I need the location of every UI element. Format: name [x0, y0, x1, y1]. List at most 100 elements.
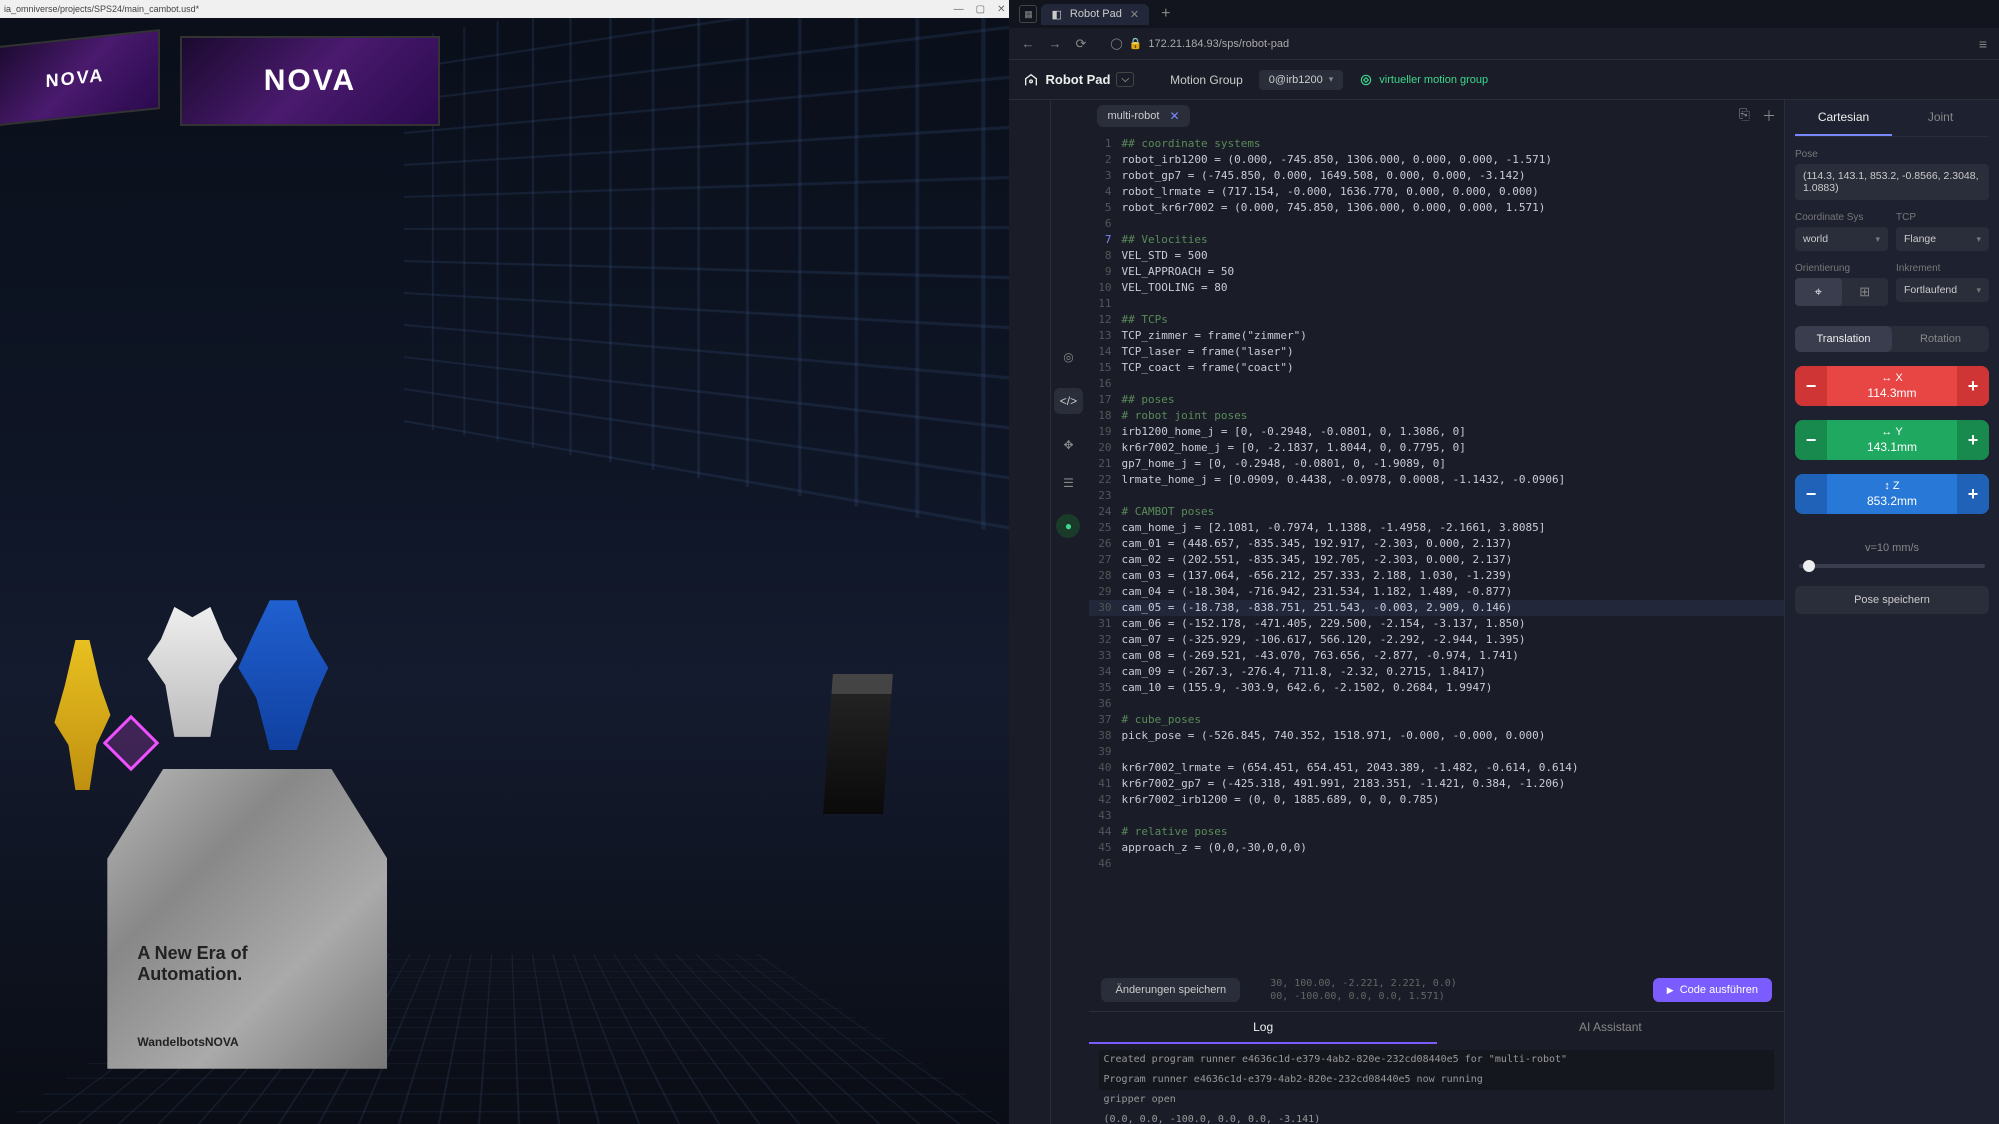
file-tab-name: multi-robot [1107, 110, 1159, 122]
code-line[interactable]: 19irb1200_home_j = [0, -0.2948, -0.0801,… [1089, 424, 1784, 440]
z-axis-display: ↕ Z 853.2mm [1827, 474, 1957, 514]
code-line[interactable]: 32cam_07 = (-325.929, -106.617, 566.120,… [1089, 632, 1784, 648]
rotation-toggle[interactable]: Rotation [1892, 326, 1989, 352]
code-line[interactable]: 14TCP_laser = frame("laser") [1089, 344, 1784, 360]
pose-value-field[interactable]: (114.3, 143.1, 853.2, -0.8566, 2.3048, 1… [1795, 164, 1989, 200]
code-line[interactable]: 44# relative poses [1089, 824, 1784, 840]
motion-group-select[interactable]: 0@irb1200 ▾ [1259, 70, 1344, 90]
maximize-button[interactable]: ▢ [976, 4, 985, 15]
reload-button[interactable]: ⟳ [1075, 36, 1086, 52]
code-line[interactable]: 3robot_gp7 = (-745.850, 0.000, 1649.508,… [1089, 168, 1784, 184]
code-line[interactable]: 23 [1089, 488, 1784, 504]
list-icon[interactable]: ☰ [1063, 476, 1074, 490]
code-line[interactable]: 24# CAMBOT poses [1089, 504, 1784, 520]
tab-overview-icon[interactable]: ▦ [1019, 5, 1037, 23]
close-button[interactable]: ✕ [997, 4, 1005, 15]
save-changes-button[interactable]: Änderungen speichern [1101, 978, 1240, 1002]
code-line[interactable]: 35cam_10 = (155.9, -303.9, 642.6, -2.150… [1089, 680, 1784, 696]
translation-toggle[interactable]: Translation [1795, 326, 1892, 352]
code-line[interactable]: 21gp7_home_j = [0, -0.2948, -0.0801, 0, … [1089, 456, 1784, 472]
code-line[interactable]: 41kr6r7002_gp7 = (-425.318, 491.991, 218… [1089, 776, 1784, 792]
back-button[interactable]: ← [1021, 36, 1034, 51]
code-line[interactable]: 45approach_z = (0,0,-30,0,0,0) [1089, 840, 1784, 856]
code-line[interactable]: 31cam_06 = (-152.178, -471.405, 229.500,… [1089, 616, 1784, 632]
code-line[interactable]: 7## Velocities [1089, 232, 1784, 248]
browser-tab[interactable]: ◧ Robot Pad ✕ [1041, 4, 1149, 25]
address-field[interactable]: ◯ 🔒 172.21.184.93/sps/robot-pad [1100, 34, 1964, 53]
app-logo[interactable]: Robot Pad ⌵ [1023, 72, 1134, 88]
ai-assistant-tab[interactable]: AI Assistant [1437, 1012, 1784, 1044]
code-line[interactable]: 29cam_04 = (-18.304, -716.942, 231.534, … [1089, 584, 1784, 600]
move-icon[interactable]: ✥ [1063, 438, 1073, 452]
x-plus-button[interactable]: + [1957, 366, 1989, 406]
orient-mode-2[interactable]: ⊞ [1842, 278, 1889, 306]
new-tab-button[interactable]: + [1153, 5, 1178, 23]
code-line[interactable]: 22lrmate_home_j = [0.0909, 0.4438, -0.09… [1089, 472, 1784, 488]
code-icon[interactable]: </> [1054, 388, 1083, 414]
increment-select[interactable]: Fortlaufend▾ [1896, 278, 1989, 302]
code-line[interactable]: 9VEL_APPROACH = 50 [1089, 264, 1784, 280]
code-line[interactable]: 16 [1089, 376, 1784, 392]
cartesian-tab[interactable]: Cartesian [1795, 100, 1892, 136]
code-line[interactable]: 10VEL_TOOLING = 80 [1089, 280, 1784, 296]
code-line[interactable]: 38pick_pose = (-526.845, 740.352, 1518.9… [1089, 728, 1784, 744]
log-tab[interactable]: Log [1089, 1012, 1436, 1044]
code-line[interactable]: 20kr6r7002_home_j = [0, -2.1837, 1.8044,… [1089, 440, 1784, 456]
window-titlebar[interactable]: ia_omniverse/projects/SPS24/main_cambot.… [0, 0, 1009, 18]
tab-close-icon[interactable]: ✕ [1130, 8, 1139, 21]
slider-thumb[interactable] [1803, 560, 1815, 572]
app-menu-chevron-icon[interactable]: ⌵ [1116, 72, 1134, 87]
file-tab[interactable]: multi-robot ✕ [1097, 105, 1189, 127]
tcp-select[interactable]: Flange▾ [1896, 227, 1989, 251]
code-line[interactable]: 8VEL_STD = 500 [1089, 248, 1784, 264]
virtual-motion-group-indicator[interactable]: virtueller motion group [1359, 73, 1488, 87]
code-line[interactable]: 27cam_02 = (202.551, -835.345, 192.705, … [1089, 552, 1784, 568]
code-line[interactable]: 39 [1089, 744, 1784, 760]
code-line[interactable]: 5robot_kr6r7002 = (0.000, 745.850, 1306.… [1089, 200, 1784, 216]
viewport-3d[interactable]: NOVA NOVA A New Era of Automation. Wande… [0, 18, 1009, 1124]
code-line[interactable]: 25cam_home_j = [2.1081, -0.7974, 1.1388,… [1089, 520, 1784, 536]
y-plus-button[interactable]: + [1957, 420, 1989, 460]
code-line[interactable]: 40kr6r7002_lrmate = (654.451, 654.451, 2… [1089, 760, 1784, 776]
code-line[interactable]: 30cam_05 = (-18.738, -838.751, 251.543, … [1089, 600, 1784, 616]
code-line[interactable]: 42kr6r7002_irb1200 = (0, 0, 1885.689, 0,… [1089, 792, 1784, 808]
target-icon[interactable]: ◎ [1063, 350, 1073, 364]
y-minus-button[interactable]: − [1795, 420, 1827, 460]
code-line[interactable]: 15TCP_coact = frame("coact") [1089, 360, 1784, 376]
code-line[interactable]: 33cam_08 = (-269.521, -43.070, 763.656, … [1089, 648, 1784, 664]
joint-tab[interactable]: Joint [1892, 100, 1989, 136]
code-line[interactable]: 18# robot joint poses [1089, 408, 1784, 424]
forward-button[interactable]: → [1048, 36, 1061, 51]
copy-icon[interactable]: ⎘ [1739, 106, 1750, 126]
code-line[interactable]: 37# cube_poses [1089, 712, 1784, 728]
code-line[interactable]: 43 [1089, 808, 1784, 824]
add-file-icon[interactable]: ＋ [1762, 106, 1776, 126]
code-line[interactable]: 4robot_lrmate = (717.154, -0.000, 1636.7… [1089, 184, 1784, 200]
code-line[interactable]: 26cam_01 = (448.657, -835.345, 192.917, … [1089, 536, 1784, 552]
code-line[interactable]: 6 [1089, 216, 1784, 232]
browser-menu-icon[interactable]: ≡ [1979, 36, 1987, 52]
code-line[interactable]: 36 [1089, 696, 1784, 712]
minimize-button[interactable]: — [954, 4, 964, 15]
code-line[interactable]: 46 [1089, 856, 1784, 872]
code-line[interactable]: 34cam_09 = (-267.3, -276.4, 711.8, -2.32… [1089, 664, 1784, 680]
z-plus-button[interactable]: + [1957, 474, 1989, 514]
speed-slider[interactable] [1799, 564, 1985, 568]
save-pose-button[interactable]: Pose speichern [1795, 586, 1989, 614]
code-editor[interactable]: 1## coordinate systems2robot_irb1200 = (… [1089, 132, 1784, 969]
file-tab-close-icon[interactable]: ✕ [1169, 109, 1179, 123]
code-line[interactable]: 28cam_03 = (137.064, -656.212, 257.333, … [1089, 568, 1784, 584]
code-line[interactable]: 1## coordinate systems [1089, 136, 1784, 152]
code-line[interactable]: 17## poses [1089, 392, 1784, 408]
z-minus-button[interactable]: − [1795, 474, 1827, 514]
code-line[interactable]: 12## TCPs [1089, 312, 1784, 328]
code-line[interactable]: 2robot_irb1200 = (0.000, -745.850, 1306.… [1089, 152, 1784, 168]
status-green-icon[interactable]: ● [1056, 514, 1080, 538]
log-output[interactable]: Created program runner e4636c1d-e379-4ab… [1089, 1044, 1784, 1124]
run-code-button[interactable]: Code ausführen [1653, 978, 1772, 1002]
x-minus-button[interactable]: − [1795, 366, 1827, 406]
code-line[interactable]: 13TCP_zimmer = frame("zimmer") [1089, 328, 1784, 344]
orient-mode-1[interactable]: ⌖ [1795, 278, 1842, 306]
coord-sys-select[interactable]: world▾ [1795, 227, 1888, 251]
code-line[interactable]: 11 [1089, 296, 1784, 312]
